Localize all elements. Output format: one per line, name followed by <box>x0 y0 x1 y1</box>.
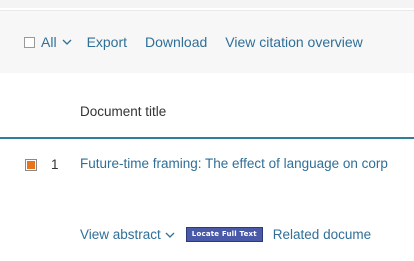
results-toolbar: All Export Download View citation overvi… <box>0 10 414 73</box>
locate-full-text-button[interactable]: Locate Full Text <box>185 227 263 242</box>
row-number: 1 <box>51 157 59 172</box>
row-checkbox[interactable] <box>25 159 37 171</box>
select-all-checkbox[interactable] <box>24 36 35 48</box>
search-results-panel: All Export Download View citation overvi… <box>0 0 414 261</box>
view-citation-overview-link[interactable]: View citation overview <box>225 34 362 50</box>
chevron-down-icon[interactable] <box>164 229 176 241</box>
document-title-link[interactable]: Future-time framing: The effect of langu… <box>80 156 414 171</box>
export-link[interactable]: Export <box>87 34 127 50</box>
column-header-document-title[interactable]: Document title <box>80 104 166 119</box>
related-documents-link[interactable]: Related docume <box>273 227 371 242</box>
row-actions: View abstract Locate Full Text Related d… <box>80 227 414 242</box>
select-all-label: All <box>41 34 57 50</box>
header-divider <box>0 137 414 139</box>
chevron-down-icon[interactable] <box>61 36 73 48</box>
view-abstract-link[interactable]: View abstract <box>80 227 161 242</box>
select-all-dropdown[interactable]: All <box>24 34 73 50</box>
row-checkbox-checked-mark <box>27 161 35 169</box>
download-link[interactable]: Download <box>145 34 207 50</box>
top-shade <box>0 0 414 8</box>
